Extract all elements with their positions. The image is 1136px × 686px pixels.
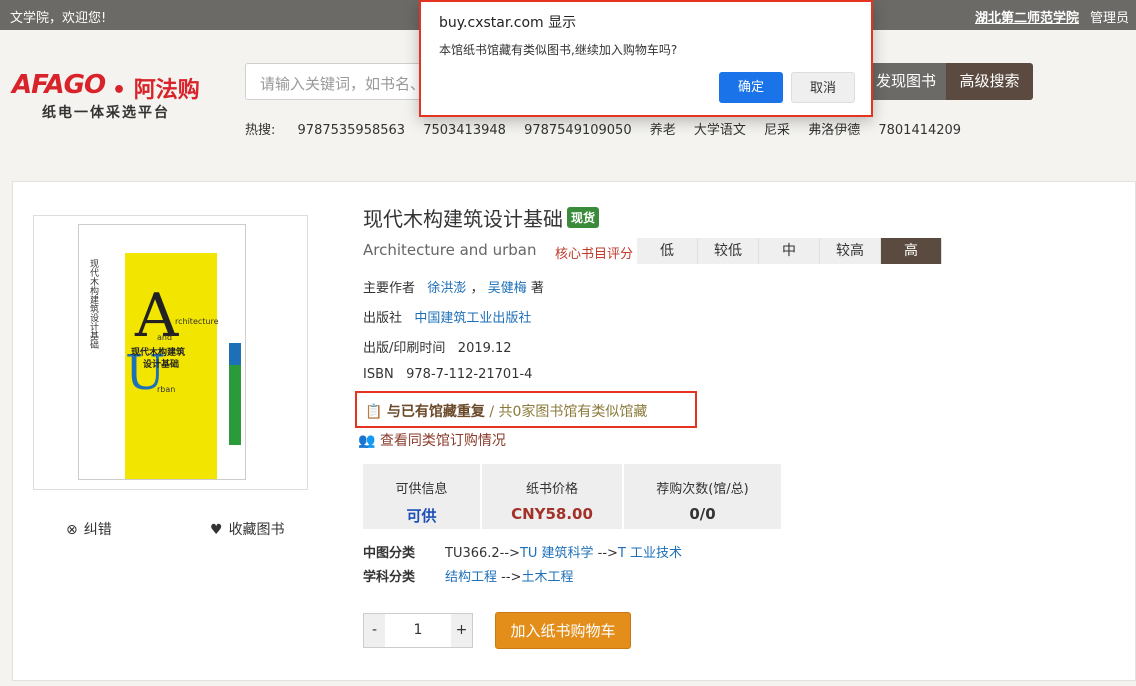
dialog-ok-button[interactable]: 确定 [719,72,783,103]
error-circle-icon: ⊗ [66,522,78,538]
author-link[interactable]: 吴健梅 [488,281,527,296]
publisher-label: 出版社 [363,311,403,326]
hot-item[interactable]: 9787535958563 [298,123,406,138]
rating-option-high[interactable]: 高 [881,238,942,264]
rating-option-lower[interactable]: 较低 [698,238,759,264]
hot-item[interactable]: 7503413948 [423,123,506,138]
quantity-input[interactable]: 1 [385,614,451,647]
publisher-link[interactable]: 中国建筑工业出版社 [414,311,531,326]
heart-icon: ♥ [210,522,223,538]
duplicate-notice-rest: / 共0家图书馆有类似馆藏 [484,404,648,420]
favorite-label: 收藏图书 [228,522,285,538]
quantity-increment-button[interactable]: + [451,614,472,647]
logo-slogan: 纸电一体采选平台 [42,105,170,121]
subject-link[interactable]: 结构工程 [445,570,497,585]
supply-header: 可供信息 [395,482,448,497]
cover-word-and: and [157,333,173,342]
rating-label: 核心书目评分 [555,247,634,262]
order-count-column: 荐购次数(馆/总) 0/0 [624,464,781,529]
hot-item[interactable]: 9787549109050 [524,123,632,138]
rating-option-higher[interactable]: 较高 [820,238,881,264]
cover-word-urban: rban [157,385,176,394]
rating-option-low[interactable]: 低 [637,238,698,264]
logo-brand-cn: • 阿法购 [112,78,200,103]
author-label: 主要作者 [363,281,416,296]
price-value: CNY58.00 [511,505,593,523]
supply-value: 可供 [406,507,437,525]
correct-label: 纠错 [83,522,112,538]
favorite-button[interactable]: ♥ 收藏图书 [210,519,285,539]
advanced-search-button[interactable]: 高级搜索 [946,63,1033,100]
users-icon: 👥 [358,433,376,449]
similar-orders-link[interactable]: 👥 查看同类馆订购情况 [358,430,506,450]
isbn-label: ISBN [363,367,394,382]
logo-brand: AFAGO [12,70,106,100]
hot-item[interactable]: 尼采 [764,123,790,138]
date-value: 2019.12 [457,341,512,356]
cover-title-line2: 设计基础 [143,360,180,370]
hot-item[interactable]: 弗洛伊德 [808,123,860,138]
quantity-stepper: - 1 + [363,613,473,648]
author-separator: ， [470,281,484,296]
isbn-row: ISBN 978-7-112-21701-4 [363,367,532,382]
clc-separator: --> [593,546,618,561]
hot-item[interactable]: 养老 [650,123,676,138]
author-suffix: 著 [530,281,544,296]
search-placeholder: 请输入关键词，如书名、 [260,75,426,93]
subject-separator: --> [497,570,522,585]
duplicate-notice-bold: 与已有馆藏重复 [386,404,485,420]
subject-link[interactable]: 土木工程 [521,570,573,585]
clc-classification-row: 中图分类 TU366.2-->TU 建筑科学 -->T 工业技术 [363,542,682,561]
cover-blue-stripe [229,343,241,367]
hot-searches: 热搜: 9787535958563 7503413948 97875491090… [245,119,975,138]
discover-books-button[interactable]: 发现图书 [866,63,946,100]
rating-selector: 低 较低 中 较高 高 [637,238,942,264]
duplicate-notice: 📋 与已有馆藏重复 / 共0家图书馆有类似馆藏 [365,401,647,421]
clc-prefix: TU366.2--> [445,546,520,561]
price-column: 纸书价格 CNY58.00 [482,464,622,529]
supply-column: 可供信息 可供 [363,464,480,529]
add-to-cart-button[interactable]: 加入纸书购物车 [495,612,631,649]
book-title: 现代木构建筑设计基础 [363,207,563,231]
welcome-text: 文学院，欢迎您! [10,11,107,26]
book-cover: 现代木构建筑设计基础 A rchitecture and U rban 现代木构… [78,224,246,480]
author-link[interactable]: 徐洪澎 [427,281,466,296]
date-label: 出版/印刷时间 [363,341,446,356]
subject-classification-row: 学科分类 结构工程 -->土木工程 [363,566,573,585]
clipboard-icon: 📋 [365,404,383,420]
correct-button[interactable]: ⊗ 纠错 [66,519,112,539]
hot-item[interactable]: 7801414209 [878,123,961,138]
similar-orders-label: 查看同类馆订购情况 [379,433,506,449]
author-row: 主要作者 徐洪澎 ， 吴健梅 著 [363,277,544,296]
subject-label: 学科分类 [363,570,416,585]
isbn-value: 978-7-112-21701-4 [406,367,533,382]
order-count-header: 荐购次数(馆/总) [656,482,749,497]
cover-vertical-title: 现代木构建筑设计基础 [88,259,98,349]
clc-link[interactable]: T 工业技术 [618,546,682,561]
logo[interactable]: AFAGO • 阿法购 纸电一体采选平台 [12,64,222,124]
book-subtitle: Architecture and urban [363,241,537,259]
dialog-title: buy.cxstar.com 显示 [439,15,577,31]
hot-item[interactable]: 大学语文 [694,123,746,138]
price-header: 纸书价格 [525,482,578,497]
order-count-value: 0/0 [689,505,716,523]
school-link[interactable]: 湖北第二师范学院 [975,7,1079,26]
rating-option-mid[interactable]: 中 [759,238,820,264]
dialog-cancel-button[interactable]: 取消 [791,72,855,103]
date-row: 出版/印刷时间 2019.12 [363,337,512,356]
stock-badge: 现货 [567,207,600,228]
cover-word-architecture: rchitecture [175,317,219,326]
dialog-message: 本馆纸书馆藏有类似图书,继续加入购物车吗? [439,43,678,57]
publisher-row: 出版社 中国建筑工业出版社 [363,307,531,326]
cover-green-stripe [229,365,241,445]
confirm-dialog: buy.cxstar.com 显示 本馆纸书馆藏有类似图书,继续加入购物车吗? … [419,0,873,117]
admin-link[interactable]: 管理员 [1090,7,1129,26]
quantity-decrement-button[interactable]: - [364,614,385,647]
hot-label: 热搜: [245,123,276,138]
clc-label: 中图分类 [363,546,416,561]
clc-link[interactable]: TU 建筑科学 [520,546,594,561]
purchase-info-table: 可供信息 可供 纸书价格 CNY58.00 荐购次数(馆/总) 0/0 [363,464,783,529]
